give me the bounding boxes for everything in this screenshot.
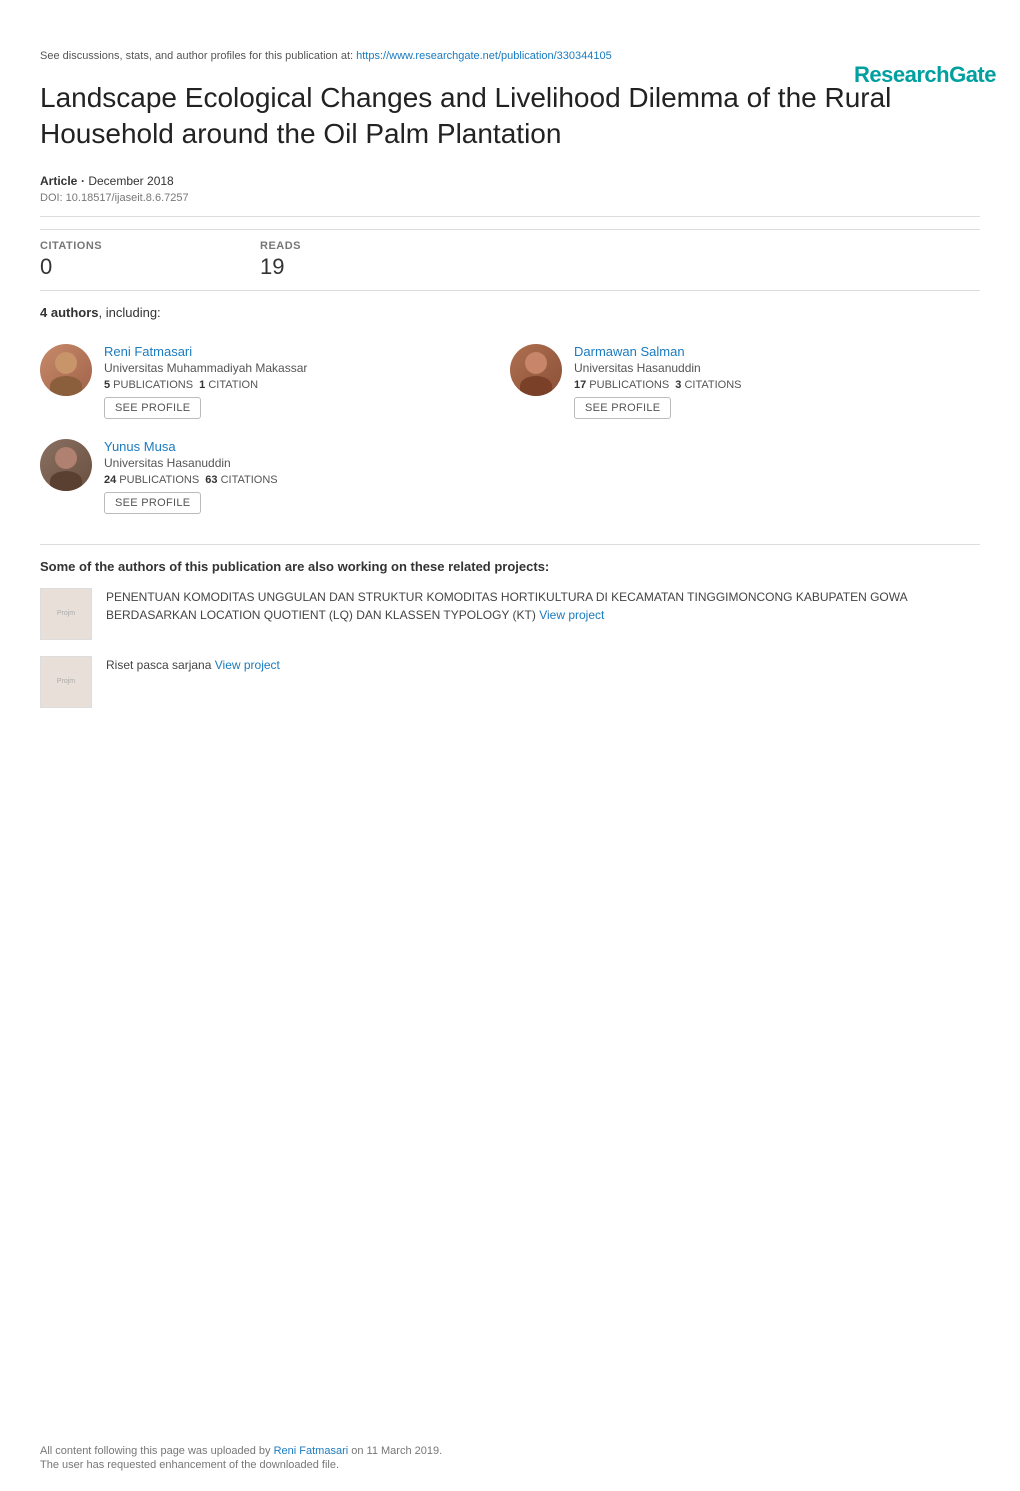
see-profile-darmawan[interactable]: SEE PROFILE [574,397,671,419]
project-description-1: PENENTUAN KOMODITAS UNGGULAN DAN STRUKTU… [106,590,907,622]
citations-label: CITATIONS [40,240,260,252]
author-name-reni[interactable]: Reni Fatmasari [104,344,192,359]
see-profile-reni[interactable]: SEE PROFILE [104,397,201,419]
researchgate-logo[interactable]: ResearchGate [854,62,996,87]
avatar-darmawan [510,344,562,396]
stats-row: CITATIONS 0 READS 19 [40,229,980,291]
top-notice: See discussions, stats, and author profi… [40,50,980,62]
paper-title: Landscape Ecological Changes and Livelih… [40,80,980,153]
darmawan-pubs-count: 17 [574,379,586,391]
author-stats-yunus: 24 PUBLICATIONS 63 CITATIONS [104,474,510,486]
darmawan-cites-count: 3 [675,379,681,391]
author-affiliation-reni: Universitas Muhammadiyah Makassar [104,361,510,375]
author-name-darmawan[interactable]: Darmawan Salman [574,344,685,359]
citations-block: CITATIONS 0 [40,240,260,280]
yunus-cites-count: 63 [205,474,217,486]
footer-uploader-link[interactable]: Reni Fatmasari [274,1445,349,1457]
article-type: Article [40,174,77,188]
footer-text-before: All content following this page was uplo… [40,1445,274,1457]
project-item-1: Projm PENENTUAN KOMODITAS UNGGULAN DAN S… [40,588,980,640]
project-thumbnail-1: Projm [40,588,92,640]
project-view-link-2[interactable]: View project [215,658,280,672]
author-info-reni: Reni Fatmasari Universitas Muhammadiyah … [104,344,510,419]
reads-block: READS 19 [260,240,480,280]
divider-2 [40,544,980,545]
authors-header: 4 authors, including: [40,305,980,320]
reads-value: 19 [260,254,480,280]
reads-label: READS [260,240,480,252]
reni-cites-count: 1 [199,379,205,391]
author-stats-reni: 5 PUBLICATIONS 1 CITATION [104,379,510,391]
header-logo-area: ResearchGate [854,62,996,88]
project-thumbnail-2: Projm [40,656,92,708]
main-content: Landscape Ecological Changes and Livelih… [40,80,980,708]
author-affiliation-darmawan: Universitas Hasanuddin [574,361,980,375]
related-projects-header: Some of the authors of this publication … [40,559,980,574]
article-meta: Article · December 2018 [40,173,980,188]
project-thumbnail-label-2: Projm [55,676,77,688]
project-thumbnail-label-1: Projm [55,608,77,620]
footer-line1: All content following this page was uplo… [40,1445,980,1457]
footer-text-after: on 11 March 2019. [348,1445,442,1457]
project-text-2: Riset pasca sarjana View project [106,656,980,674]
author-card-reni: Reni Fatmasari Universitas Muhammadiyah … [40,334,510,429]
article-date: December 2018 [88,174,173,188]
author-stats-darmawan: 17 PUBLICATIONS 3 CITATIONS [574,379,980,391]
author-info-yunus: Yunus Musa Universitas Hasanuddin 24 PUB… [104,439,510,514]
author-affiliation-yunus: Universitas Hasanuddin [104,456,510,470]
authors-grid: Reni Fatmasari Universitas Muhammadiyah … [40,334,980,524]
see-profile-yunus[interactable]: SEE PROFILE [104,492,201,514]
publication-url[interactable]: https://www.researchgate.net/publication… [356,50,612,62]
authors-including: , including: [99,305,161,320]
author-name-yunus[interactable]: Yunus Musa [104,439,176,454]
project-view-link-1[interactable]: View project [539,608,604,622]
article-doi: DOI: 10.18517/ijaseit.8.6.7257 [40,192,980,204]
authors-count: 4 authors [40,305,99,320]
divider-1 [40,216,980,217]
author-card-darmawan: Darmawan Salman Universitas Hasanuddin 1… [510,334,980,429]
citations-value: 0 [40,254,260,280]
related-projects-section: Some of the authors of this publication … [40,559,980,708]
avatar-yunus [40,439,92,491]
yunus-pubs-count: 24 [104,474,116,486]
project-item-2: Projm Riset pasca sarjana View project [40,656,980,708]
top-notice-text: See discussions, stats, and author profi… [40,50,356,62]
project-text-1: PENENTUAN KOMODITAS UNGGULAN DAN STRUKTU… [106,588,980,624]
footer-line2: The user has requested enhancement of th… [40,1459,980,1471]
author-info-darmawan: Darmawan Salman Universitas Hasanuddin 1… [574,344,980,419]
reni-pubs-count: 5 [104,379,110,391]
footer: All content following this page was uplo… [40,1445,980,1471]
avatar-reni [40,344,92,396]
project-description-2: Riset pasca sarjana [106,658,215,672]
author-card-yunus: Yunus Musa Universitas Hasanuddin 24 PUB… [40,429,510,524]
